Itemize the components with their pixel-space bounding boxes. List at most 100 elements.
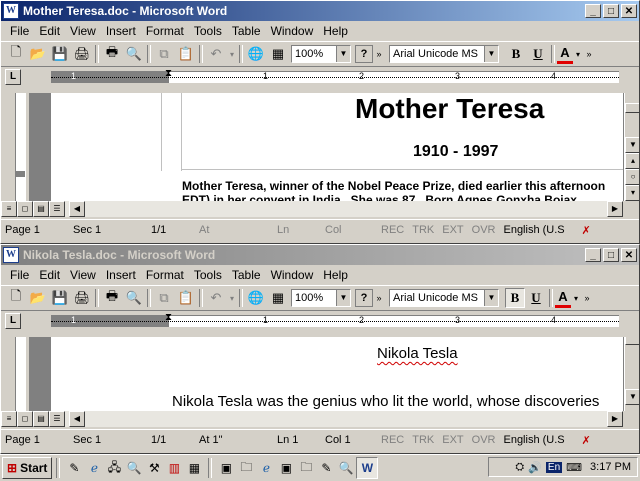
menu-insert[interactable]: Insert: [101, 268, 141, 282]
menu-view[interactable]: View: [65, 268, 101, 282]
taskbar-folder-icon[interactable]: 🗀: [236, 458, 256, 478]
indent-marker-icon[interactable]: ⧗: [165, 312, 172, 323]
previous-page-icon[interactable]: ▴: [625, 153, 639, 169]
print-layout-icon[interactable]: ▤: [33, 201, 49, 217]
menu-insert[interactable]: Insert: [101, 24, 141, 38]
minimize-button[interactable]: _: [585, 4, 601, 18]
taskbar-folder-icon[interactable]: 🗀: [296, 458, 316, 478]
font-color-dropdown-icon[interactable]: ▾: [573, 43, 583, 65]
status-rec[interactable]: REC: [377, 224, 408, 236]
quicklaunch-search-icon[interactable]: 🔍: [124, 458, 144, 478]
menu-table[interactable]: Table: [227, 268, 266, 282]
maximize-button[interactable]: □: [603, 248, 619, 262]
spelling-status-icon[interactable]: ✗: [577, 224, 594, 237]
menu-window[interactable]: Window: [266, 24, 319, 38]
indent-marker-icon[interactable]: ⧗: [165, 68, 172, 79]
normal-view-icon[interactable]: ≡: [1, 411, 17, 427]
quicklaunch-tools-icon[interactable]: ⚒: [144, 458, 164, 478]
outline-view-icon[interactable]: ☰: [49, 201, 65, 217]
menu-tools[interactable]: Tools: [189, 24, 227, 38]
web-layout-icon[interactable]: ◻: [17, 201, 33, 217]
vertical-scrollbar[interactable]: ▲ ▼ ▴ ○ ▾: [624, 93, 639, 201]
scroll-left-icon[interactable]: ◀: [69, 201, 85, 217]
underline-button[interactable]: U: [525, 287, 547, 309]
menu-format[interactable]: Format: [141, 24, 189, 38]
status-trk[interactable]: TRK: [408, 224, 438, 236]
underline-button[interactable]: U: [527, 43, 549, 65]
quicklaunch-edit-icon[interactable]: ✎: [64, 458, 84, 478]
horizontal-ruler[interactable]: 1 1 2 3 4 ⧗: [51, 68, 619, 83]
font-color-button[interactable]: A: [557, 45, 573, 64]
print-preview-icon[interactable]: 🔍: [123, 287, 145, 309]
taskbar-word-icon[interactable]: W: [356, 457, 379, 479]
chevron-down-icon[interactable]: ▼: [336, 290, 350, 306]
status-ovr[interactable]: OVR: [468, 434, 500, 446]
quicklaunch-ie-icon[interactable]: ℯ: [84, 458, 104, 478]
tray-speaker-icon[interactable]: 🔊: [528, 461, 542, 474]
save-icon[interactable]: 💾: [49, 43, 71, 65]
toolbar-options-icon[interactable]: »: [581, 287, 593, 309]
menu-window[interactable]: Window: [266, 268, 319, 282]
menu-edit[interactable]: Edit: [34, 268, 65, 282]
menu-help[interactable]: Help: [318, 24, 353, 38]
scroll-down-icon[interactable]: ▼: [625, 137, 639, 153]
open-folder-icon[interactable]: 📂: [27, 43, 49, 65]
tray-app-icon[interactable]: ⛭: [515, 461, 524, 474]
new-document-icon[interactable]: 🗋: [5, 43, 27, 65]
minimize-button[interactable]: _: [585, 248, 601, 262]
toolbar-options-icon[interactable]: »: [373, 287, 385, 309]
menu-view[interactable]: View: [65, 24, 101, 38]
status-language[interactable]: English (U.S: [499, 224, 577, 236]
vertical-scrollbar[interactable]: ▲ ▼: [624, 337, 639, 411]
permission-icon[interactable]: 🖨: [71, 43, 93, 65]
chevron-down-icon[interactable]: ▼: [484, 290, 498, 306]
web-layout-icon[interactable]: ◻: [17, 411, 33, 427]
title-bar[interactable]: W Nikola Tesla.doc - Microsoft Word _ □ …: [1, 245, 639, 265]
close-button[interactable]: ✕: [621, 4, 637, 18]
tab-selector-button[interactable]: L: [5, 69, 21, 85]
bold-button[interactable]: B: [505, 43, 527, 65]
font-name-select[interactable]: Arial Unicode MS ▼: [389, 45, 499, 63]
menu-help[interactable]: Help: [318, 268, 353, 282]
toolbar-options-icon[interactable]: »: [583, 43, 595, 65]
print-icon[interactable]: 🖶: [101, 287, 123, 309]
help-button[interactable]: ?: [355, 289, 373, 307]
scroll-left-icon[interactable]: ◀: [69, 411, 85, 427]
hyperlink-globe-icon[interactable]: 🌐: [245, 287, 267, 309]
clock[interactable]: 3:17 PM: [590, 461, 631, 473]
menu-tools[interactable]: Tools: [189, 268, 227, 282]
menu-edit[interactable]: Edit: [34, 24, 65, 38]
tab-selector-button[interactable]: L: [5, 313, 21, 329]
language-indicator[interactable]: En: [545, 461, 563, 473]
paste-icon[interactable]: 📋: [175, 43, 197, 65]
start-button[interactable]: ⊞ Start: [2, 457, 53, 479]
taskbar-window-icon[interactable]: ▣: [276, 458, 296, 478]
copy-icon[interactable]: ⧉: [153, 43, 175, 65]
font-name-select[interactable]: Arial Unicode MS ▼: [389, 289, 499, 307]
next-page-icon[interactable]: ▾: [625, 185, 639, 201]
undo-dropdown-icon[interactable]: ▾: [227, 287, 237, 309]
status-ext[interactable]: EXT: [438, 224, 467, 236]
taskbar-edit-icon[interactable]: ✎: [316, 458, 336, 478]
toolbar-options-icon[interactable]: »: [373, 43, 385, 65]
menu-format[interactable]: Format: [141, 268, 189, 282]
scroll-down-icon[interactable]: ▼: [625, 389, 639, 405]
copy-icon[interactable]: ⧉: [153, 287, 175, 309]
undo-icon[interactable]: ↶: [205, 43, 227, 65]
maximize-button[interactable]: □: [603, 4, 619, 18]
horizontal-scrollbar[interactable]: ≡ ◻ ▤ ☰ ◀ ▶: [1, 201, 623, 217]
help-button[interactable]: ?: [355, 45, 373, 63]
document-page[interactable]: Mother Teresa 1910 - 1997 Mother Teresa,…: [51, 93, 623, 201]
tray-keyboard-icon[interactable]: ⌨: [566, 461, 582, 474]
new-document-icon[interactable]: 🗋: [5, 287, 27, 309]
permission-icon[interactable]: 🖨: [71, 287, 93, 309]
outline-view-icon[interactable]: ☰: [49, 411, 65, 427]
document-page[interactable]: Nikola Tesla Nikola Tesla was the genius…: [51, 337, 623, 411]
normal-view-icon[interactable]: ≡: [1, 201, 17, 217]
menu-file[interactable]: File: [5, 24, 34, 38]
vertical-ruler[interactable]: [1, 337, 29, 411]
vertical-ruler[interactable]: [1, 93, 29, 201]
menu-file[interactable]: File: [5, 268, 34, 282]
bold-button[interactable]: B: [505, 288, 525, 308]
print-layout-icon[interactable]: ▤: [33, 411, 49, 427]
